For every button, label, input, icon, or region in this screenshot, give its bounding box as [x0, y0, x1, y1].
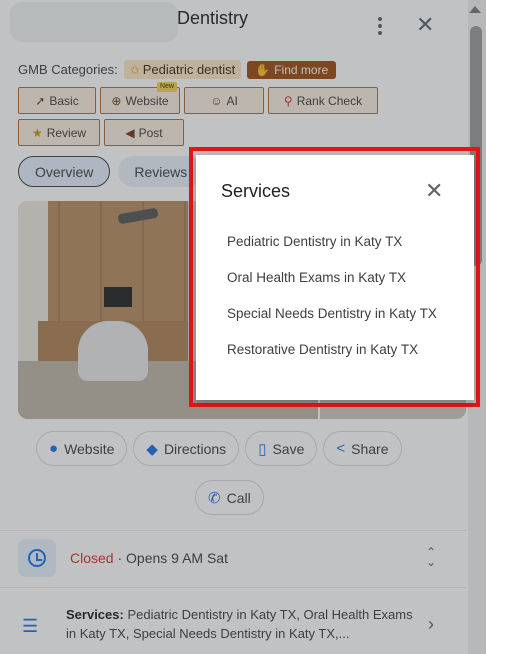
service-item: Restorative Dentistry in Katy TX — [227, 342, 419, 357]
close-icon[interactable]: ✕ — [425, 179, 443, 203]
popup-title: Services — [221, 181, 291, 201]
service-item: Pediatric Dentistry in Katy TX — [227, 234, 403, 249]
services-popup: Services ✕ Pediatric Dentistry in Katy T… — [196, 155, 474, 400]
service-item: Special Needs Dentistry in Katy TX — [227, 306, 437, 321]
service-item: Oral Health Exams in Katy TX — [227, 270, 407, 285]
services-list: Pediatric Dentistry in Katy TX Oral Heal… — [227, 234, 437, 378]
